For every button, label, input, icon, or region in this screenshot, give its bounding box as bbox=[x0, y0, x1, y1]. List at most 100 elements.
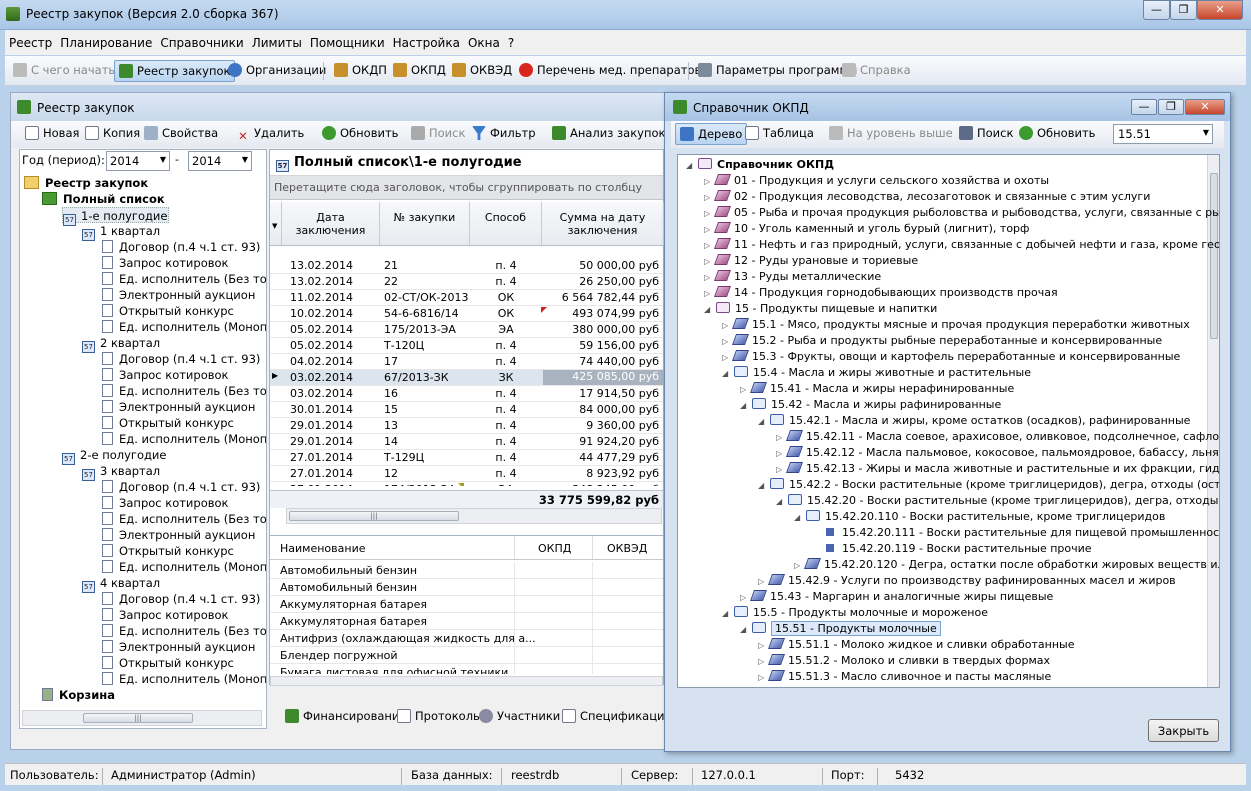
registry-button[interactable]: Реестр закупок bbox=[114, 60, 236, 82]
tree-quarter[interactable]: 57 2 квартал bbox=[82, 335, 160, 353]
refresh-button[interactable]: Обновить bbox=[322, 126, 398, 140]
expand-icon[interactable]: ◢ bbox=[758, 414, 768, 430]
tree-method[interactable]: Ед. исполнитель (Монополи bbox=[102, 431, 266, 447]
menu-references[interactable]: Справочники bbox=[156, 30, 247, 50]
expand-icon[interactable]: ▷ bbox=[776, 430, 786, 446]
list-item[interactable]: Автомобильный бензин bbox=[270, 562, 663, 579]
okpd-tree-node[interactable]: 15.42.20.111 - Воски растительные для пи… bbox=[812, 525, 1219, 541]
table-row[interactable]: 27.01.2014174/2013-ЭАЭА348 245,00 руб bbox=[270, 482, 663, 486]
okpd-tree-node[interactable]: ◢ 15.42.20.110 - Воски растительные, кром… bbox=[794, 509, 1165, 525]
expand-icon[interactable]: ▷ bbox=[704, 254, 714, 270]
expand-icon[interactable]: ◢ bbox=[704, 302, 714, 318]
expand-icon[interactable]: ▷ bbox=[758, 574, 768, 590]
help-button[interactable]: Справка bbox=[838, 60, 915, 82]
okpd-tree-node[interactable]: ▷ 15.41 - Масла и жиры нерафинированные bbox=[740, 381, 1014, 397]
dialog-close-button[interactable]: ✕ bbox=[1185, 99, 1225, 115]
menu-limits[interactable]: Лимиты bbox=[248, 30, 306, 50]
list-item[interactable]: Блендер погружной bbox=[270, 647, 663, 664]
okpd-tree-node[interactable]: ◢ 15.5 - Продукты молочные и мороженое bbox=[722, 605, 988, 621]
tree-half-2[interactable]: 57 2-е полугодие bbox=[62, 447, 167, 465]
grid-horizontal-scrollbar[interactable]: ||| bbox=[286, 508, 662, 524]
year-to-select[interactable]: 2014 bbox=[188, 151, 252, 171]
tree-method[interactable]: Ед. исполнитель (Монополи bbox=[102, 671, 266, 687]
tree-quarter[interactable]: 57 3 квартал bbox=[82, 463, 160, 481]
tree-quarter[interactable]: 57 1 квартал bbox=[82, 223, 160, 241]
tree-method[interactable]: Запрос котировок bbox=[102, 607, 229, 623]
okpd-tree-node[interactable]: ◢ 15.4 - Масла и жиры животные и растител… bbox=[722, 365, 1031, 381]
expand-icon[interactable]: ◢ bbox=[740, 398, 750, 414]
close-button[interactable]: ✕ bbox=[1197, 0, 1243, 20]
table-row[interactable]: 29.01.2014 14 п. 4 91 924,20 руб bbox=[270, 434, 663, 450]
okpd-tree-node[interactable]: ◢ 15.42 - Масла и жиры рафинированные bbox=[740, 397, 1001, 413]
year-from-select[interactable]: 2014 bbox=[106, 151, 170, 171]
start-button[interactable]: С чего начать? bbox=[9, 60, 125, 82]
table-row[interactable]: ▶ 03.02.2014 67/2013-ЗК ЗК 425 085,00 руб bbox=[270, 370, 663, 386]
header-number[interactable]: № закупки bbox=[380, 202, 470, 246]
expand-icon[interactable]: ▷ bbox=[776, 462, 786, 478]
okpd-tree-node[interactable]: ▷ 15.51.2 - Молоко и сливки в твердых фор… bbox=[758, 653, 1050, 669]
tab-participants[interactable]: Участники bbox=[479, 705, 560, 727]
table-view-button[interactable]: Таблица bbox=[745, 126, 814, 140]
expand-icon[interactable]: ◢ bbox=[776, 494, 786, 510]
expand-icon[interactable]: ▷ bbox=[794, 558, 804, 574]
okpd-tree-node[interactable]: ◢ Справочник ОКПД bbox=[686, 157, 834, 173]
expand-icon[interactable]: ▷ bbox=[758, 638, 768, 654]
analysis-button[interactable]: Анализ закупок ▾ bbox=[552, 126, 675, 140]
okpd-code-input[interactable]: 15.51 bbox=[1113, 124, 1213, 144]
table-row[interactable]: 13.02.2014 21 п. 4 50 000,00 руб bbox=[270, 258, 663, 274]
okpd-tree-node[interactable]: ▷ 15.3 - Фрукты, овощи и картофель перера… bbox=[722, 349, 1180, 365]
search-button[interactable]: Поиск bbox=[411, 126, 465, 140]
header-date[interactable]: Дата заключения bbox=[282, 202, 380, 246]
table-row[interactable]: 30.01.2014 15 п. 4 84 000,00 руб bbox=[270, 402, 663, 418]
tree-method[interactable]: Ед. исполнитель (Монополи bbox=[102, 319, 266, 335]
okpd-tree-node[interactable]: ◢ 15.42.2 - Воски растительные (кроме три… bbox=[758, 477, 1219, 493]
tree-method[interactable]: Запрос котировок bbox=[102, 495, 229, 511]
level-up-button[interactable]: На уровень выше bbox=[829, 126, 953, 140]
menu-registry[interactable]: Реестр bbox=[5, 30, 56, 50]
okpd-tree-node[interactable]: ▷ 15.2 - Рыба и продукты рыбные переработ… bbox=[722, 333, 1162, 349]
menu-help[interactable]: ? bbox=[504, 30, 518, 50]
okdp-button[interactable]: ОКДП bbox=[330, 60, 391, 82]
okpd-tree-node[interactable]: ▷ 14 - Продукция горнодобывающих производ… bbox=[704, 285, 1058, 301]
okpd-tree-node[interactable]: ▷ 15.51.1 - Молоко жидкое и сливки обрабо… bbox=[758, 637, 1074, 653]
okpd-tree-node[interactable]: ▷ 15.1 - Мясо, продукты мясные и прочая п… bbox=[722, 317, 1190, 333]
okpd-tree-node[interactable]: ▷ 15.42.12 - Масла пальмовое, кокосовое, … bbox=[776, 445, 1219, 462]
okpd-tree-node[interactable]: ▷ 11 - Нефть и газ природный, услуги, свя… bbox=[704, 237, 1219, 254]
expand-icon[interactable]: ▷ bbox=[704, 238, 714, 254]
okpd-tree-node[interactable]: ◢ 15.42.1 - Масла и жиры, кроме остатков … bbox=[758, 413, 1190, 429]
expand-icon[interactable]: ▷ bbox=[704, 286, 714, 302]
tree-method[interactable]: Ед. исполнитель (Без торго bbox=[102, 383, 266, 399]
list-item[interactable]: Антифриз (охлаждающая жидкость для а... bbox=[270, 630, 663, 647]
okpd-tree-node[interactable]: 15.42.20.119 - Воски растительные прочие bbox=[812, 541, 1092, 557]
items-header-okpd[interactable]: ОКПД bbox=[538, 542, 571, 555]
maximize-button[interactable]: ❐ bbox=[1170, 0, 1197, 20]
menu-windows[interactable]: Окна bbox=[464, 30, 504, 50]
okpd-refresh-button[interactable]: Обновить bbox=[1019, 126, 1095, 140]
tab-protocols[interactable]: Протоколы bbox=[397, 705, 482, 727]
okpd-tree-node[interactable]: ▷ 15.42.13 - Жиры и масла животные и раст… bbox=[776, 461, 1219, 478]
filter-button[interactable]: Фильтр bbox=[472, 126, 536, 140]
expand-icon[interactable]: ▷ bbox=[722, 318, 732, 334]
table-row[interactable]: 05.02.2014 Т-120Ц п. 4 59 156,00 руб bbox=[270, 338, 663, 354]
expand-icon[interactable]: ◢ bbox=[794, 510, 804, 526]
okpd-tree-node[interactable]: ▷ 15.42.20.120 - Дегра, остатки после обр… bbox=[794, 557, 1219, 574]
list-item[interactable]: Автомобильный бензин bbox=[270, 579, 663, 596]
expand-icon[interactable]: ▷ bbox=[704, 174, 714, 190]
table-row[interactable]: 03.02.2014 16 п. 4 17 914,50 руб bbox=[270, 386, 663, 402]
okpd-tree-node[interactable]: ▷ 15.43 - Маргарин и аналогичные жиры пищ… bbox=[740, 589, 1053, 605]
expand-icon[interactable]: ◢ bbox=[722, 606, 732, 622]
tree-method[interactable]: Ед. исполнитель (Без торго bbox=[102, 271, 266, 287]
expand-icon[interactable]: ▷ bbox=[704, 270, 714, 286]
table-row[interactable]: 05.02.2014 175/2013-ЭА ЭА 380 000,00 руб bbox=[270, 322, 663, 338]
tree-full-list[interactable]: Полный список bbox=[42, 191, 165, 207]
tab-financing[interactable]: Финансирование bbox=[285, 705, 406, 727]
expand-icon[interactable]: ▷ bbox=[776, 446, 786, 462]
tree-root[interactable]: Реестр закупок bbox=[24, 175, 148, 191]
table-row[interactable]: 10.02.2014 54-6-6816/14 ОК 493 074,99 руб bbox=[270, 306, 663, 322]
table-row[interactable]: 27.01.2014 Т-129Ц п. 4 44 477,29 руб bbox=[270, 450, 663, 466]
expand-icon[interactable]: ▷ bbox=[740, 590, 750, 606]
tree-method[interactable]: Ед. исполнитель (Монополи bbox=[102, 559, 266, 575]
list-item[interactable]: Аккумуляторная батарея bbox=[270, 596, 663, 613]
expand-icon[interactable]: ◢ bbox=[686, 158, 696, 174]
table-row[interactable]: 27.01.2014 12 п. 4 8 923,92 руб bbox=[270, 466, 663, 482]
